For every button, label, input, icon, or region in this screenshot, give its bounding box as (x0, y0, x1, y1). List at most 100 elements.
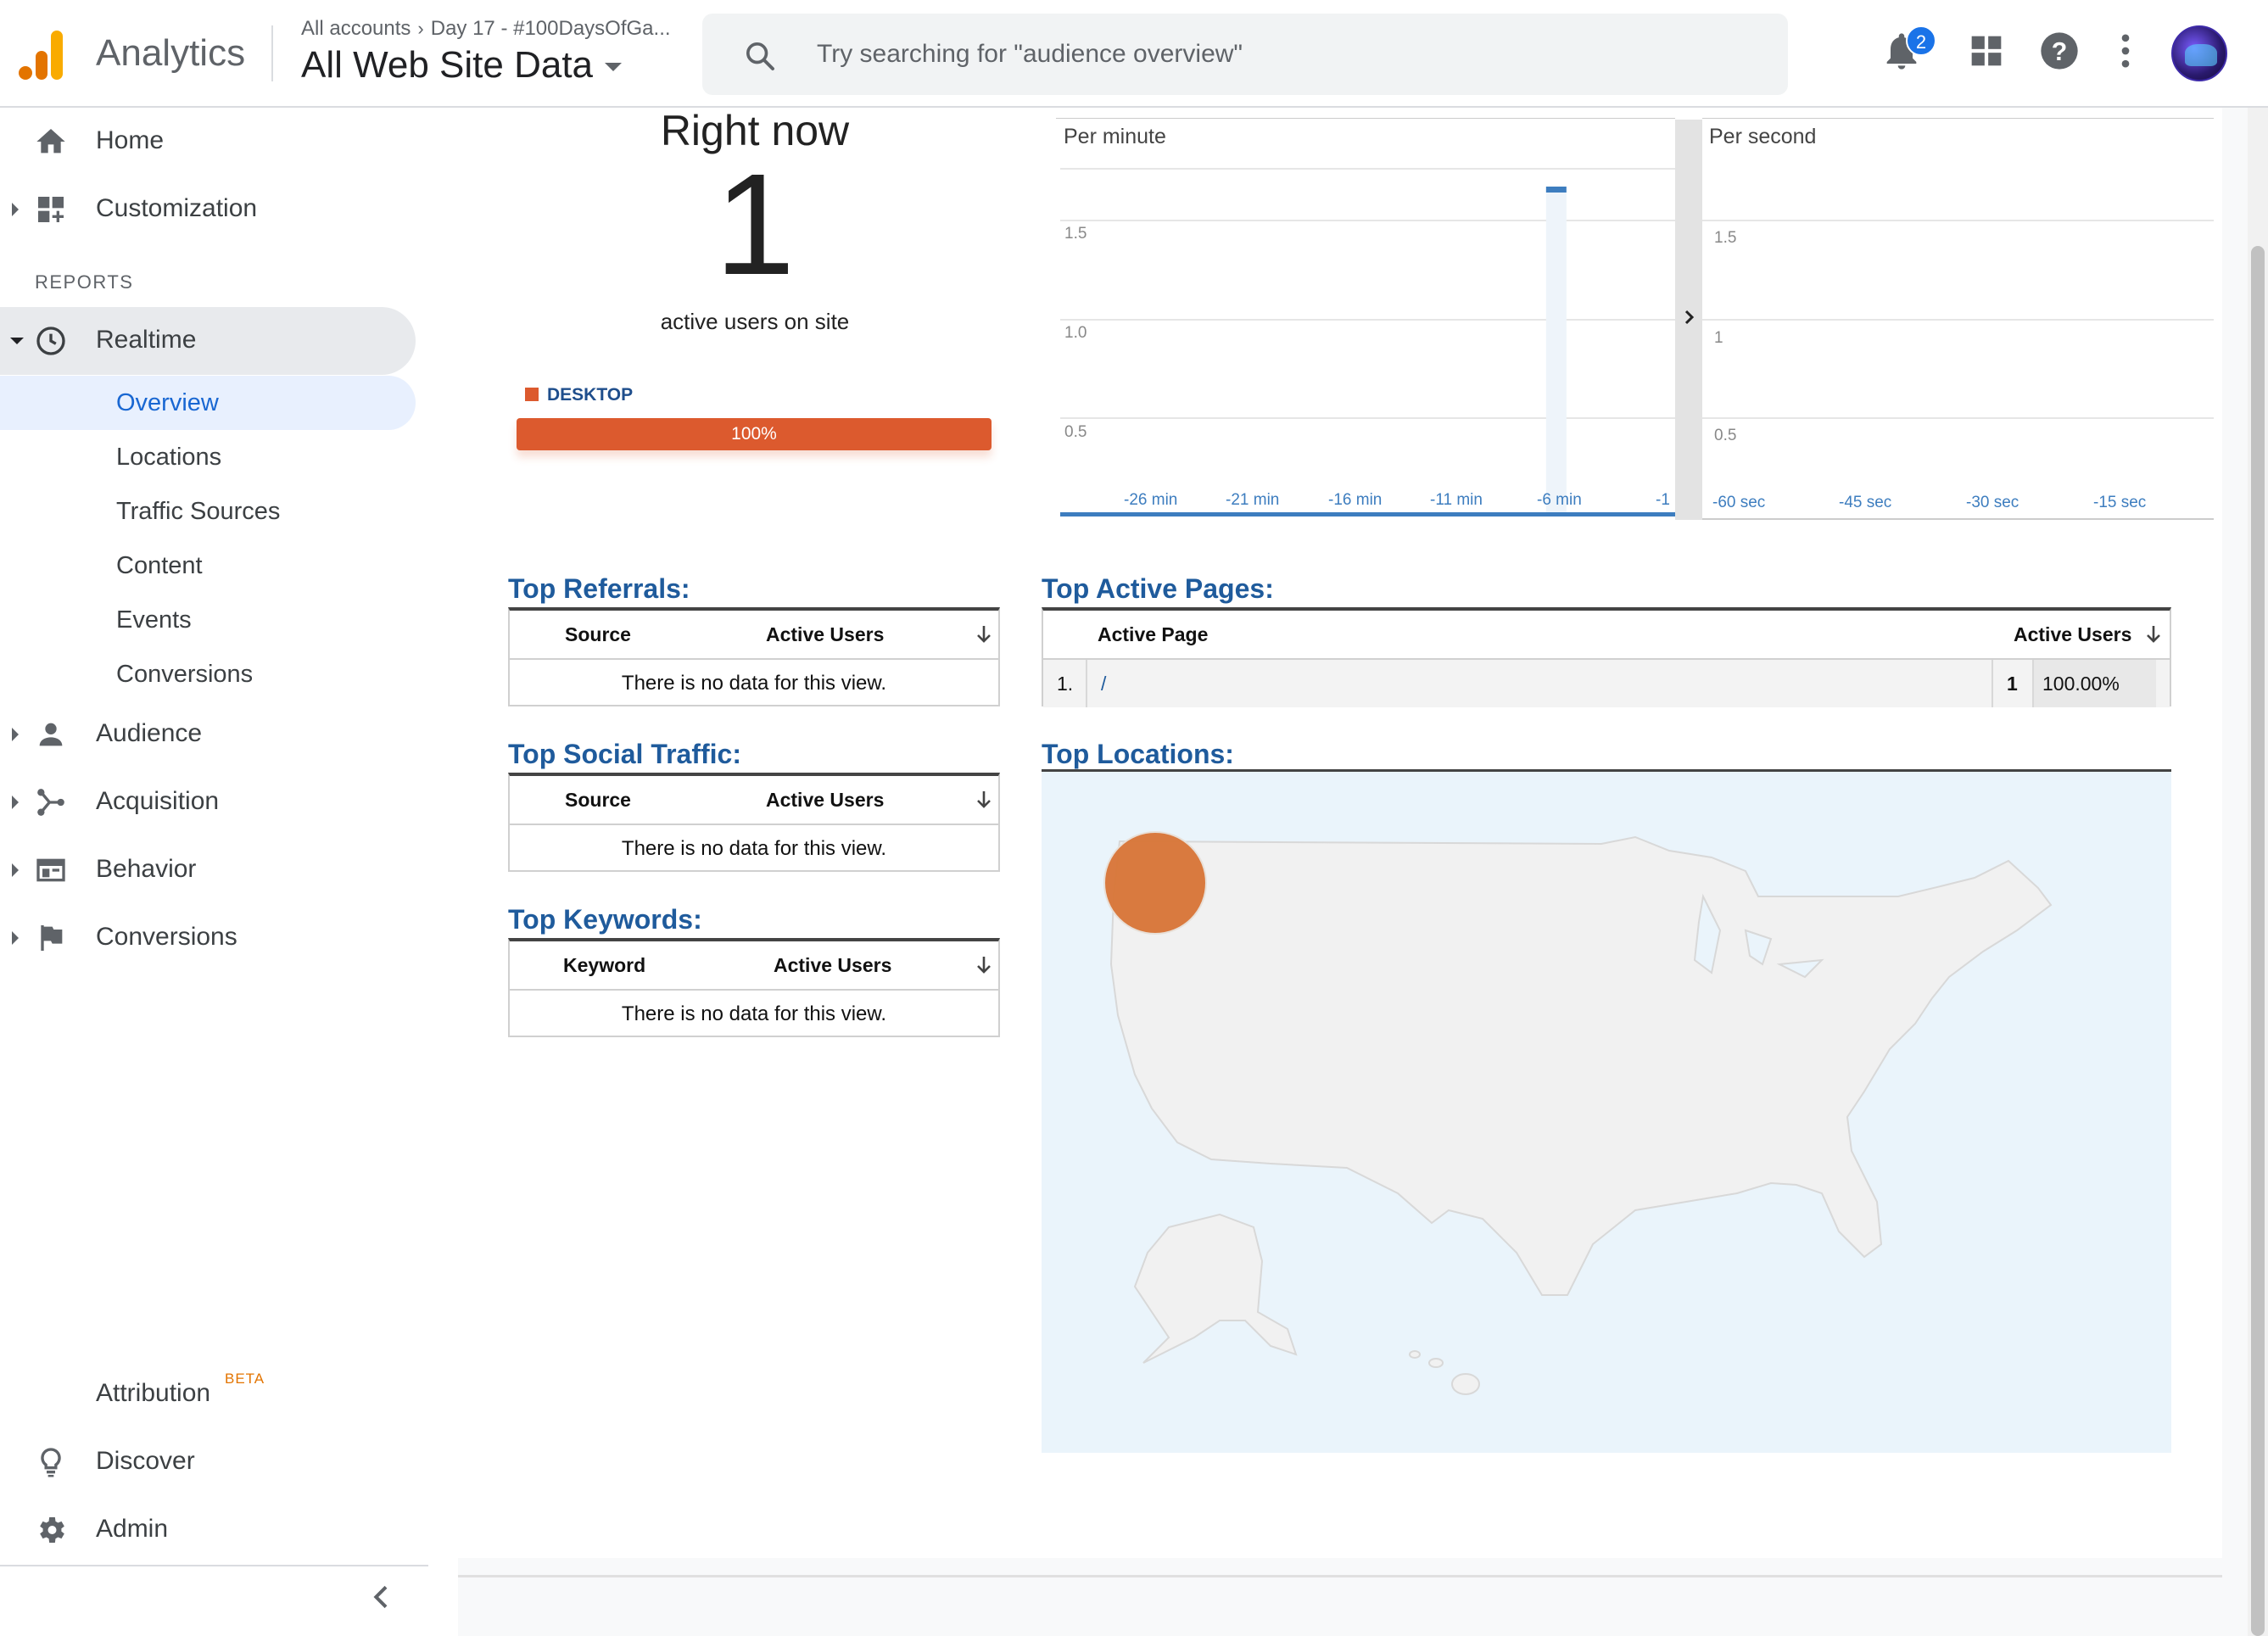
breadcrumb[interactable]: All accounts › Day 17 - #100DaysOfGa... (301, 17, 671, 41)
scrollbar-thumb[interactable] (2251, 246, 2265, 1636)
top-referrals-title[interactable]: Top Referrals: (508, 573, 690, 605)
sidebar-item-label: Admin (96, 1515, 169, 1543)
expand-arrow-icon[interactable] (12, 796, 19, 809)
table-row[interactable]: 1. / 1 100.00% (1043, 660, 2170, 707)
breadcrumb-account[interactable]: All accounts (301, 17, 411, 40)
location-marker (1103, 831, 1207, 935)
x-tick-label: -1 (1656, 491, 1670, 509)
locations-map[interactable] (1042, 769, 2171, 1453)
per-minute-bar (1545, 187, 1567, 193)
sidebar-subitem-overview[interactable]: Overview (0, 376, 416, 430)
sidebar-item-label: Realtime (96, 326, 197, 354)
sidebar-item-conversions[interactable]: Conversions (0, 904, 416, 972)
page-path-link[interactable]: / (1101, 660, 1106, 707)
top-keywords-table: Keyword Active Users There is no data fo… (508, 938, 1000, 1037)
sidebar-item-audience[interactable]: Audience (0, 701, 416, 768)
sort-desc-icon[interactable] (975, 623, 993, 645)
us-map (1103, 831, 2053, 1395)
y-tick-label: 1 (1714, 329, 1723, 347)
y-tick-label: 0.5 (1064, 423, 1087, 441)
sidebar-item-discover[interactable]: Discover (0, 1428, 416, 1496)
sidebar-subitem-content[interactable]: Content (0, 539, 416, 593)
search-bar[interactable]: Try searching for "audience overview" (702, 14, 1788, 95)
column-header-source[interactable]: Source (565, 776, 631, 824)
sidebar-subitem-locations[interactable]: Locations (0, 430, 416, 484)
column-header-keyword[interactable]: Keyword (563, 941, 645, 989)
web-window-icon (36, 858, 65, 882)
sidebar-subitem-label: Locations (116, 444, 222, 471)
clock-icon (36, 327, 65, 355)
sidebar: Home Customization REPORTS Realtime Over… (0, 108, 458, 1636)
header-divider (271, 25, 273, 81)
sidebar-item-customization[interactable]: Customization (0, 176, 416, 243)
apps-grid-icon[interactable] (1964, 29, 2008, 73)
sidebar-subitem-events[interactable]: Events (0, 593, 416, 647)
search-input[interactable]: Try searching for "audience overview" (817, 40, 1243, 69)
sort-desc-icon[interactable] (975, 789, 993, 811)
x-tick-label: -45 sec (1839, 494, 1892, 511)
x-tick-label: -16 min (1328, 491, 1383, 509)
expand-arrow-icon[interactable] (12, 728, 19, 741)
column-header-active-users[interactable]: Active Users (766, 611, 884, 658)
sidebar-subitem-conversions[interactable]: Conversions (0, 647, 416, 701)
sidebar-divider (0, 1565, 428, 1566)
sidebar-item-admin[interactable]: Admin (0, 1496, 416, 1564)
top-active-pages-title[interactable]: Top Active Pages: (1042, 573, 1274, 605)
svg-text:?: ? (2052, 38, 2068, 66)
view-selector[interactable]: All Web Site Data (301, 44, 623, 87)
sidebar-item-realtime[interactable]: Realtime (0, 307, 416, 375)
sidebar-item-behavior[interactable]: Behavior (0, 836, 416, 904)
top-referrals-table: Source Active Users There is no data for… (508, 607, 1000, 706)
sidebar-item-home[interactable]: Home (0, 108, 416, 176)
sidebar-item-label: Home (96, 126, 165, 154)
column-header-source[interactable]: Source (565, 611, 631, 658)
top-locations-title[interactable]: Top Locations: (1042, 739, 1234, 770)
device-share-bar[interactable]: 100% (517, 418, 992, 450)
chart-time-axis (1060, 512, 1675, 516)
expand-arrow-icon[interactable] (12, 931, 19, 945)
column-header-active-page[interactable]: Active Page (1098, 611, 1208, 658)
chevron-left-icon[interactable] (365, 1580, 399, 1614)
bar-hover-column (1545, 190, 1567, 512)
sidebar-subitem-label: Content (116, 552, 203, 579)
column-header-active-users[interactable]: Active Users (774, 941, 891, 989)
app-name: Analytics (96, 32, 246, 74)
sidebar-item-acquisition[interactable]: Acquisition (0, 768, 416, 836)
map-land-hawaii (1451, 1373, 1480, 1395)
top-social-table: Source Active Users There is no data for… (508, 773, 1000, 872)
sort-desc-icon[interactable] (2144, 623, 2163, 645)
lightbulb-icon (41, 1448, 61, 1477)
sidebar-subitem-label: Traffic Sources (116, 498, 281, 525)
column-header-active-users[interactable]: Active Users (2014, 611, 2131, 658)
sidebar-item-label: Behavior (96, 855, 197, 883)
expand-arrow-icon[interactable] (12, 863, 19, 877)
caret-down-icon (605, 63, 623, 72)
expand-arrow-icon[interactable] (12, 203, 19, 216)
column-header-active-users[interactable]: Active Users (766, 776, 884, 824)
breadcrumb-property[interactable]: Day 17 - #100DaysOfGa... (431, 17, 671, 40)
cell-divider (1991, 660, 1993, 707)
notification-badge: 2 (1906, 25, 1936, 56)
chevron-right-icon: › (417, 18, 424, 39)
more-vert-icon[interactable] (2103, 29, 2148, 73)
pageviews-chart (1056, 118, 2214, 520)
sidebar-subitem-label: Overview (116, 389, 219, 416)
avatar[interactable] (2171, 25, 2227, 81)
help-icon[interactable]: ? (2037, 29, 2081, 73)
analytics-logo-icon[interactable] (19, 29, 66, 80)
top-keywords-title[interactable]: Top Keywords: (508, 904, 702, 935)
sidebar-item-label: Customization (96, 194, 258, 222)
sidebar-item-attribution[interactable]: Attribution BETA (0, 1360, 416, 1428)
x-tick-label: -6 min (1537, 491, 1582, 509)
top-social-title[interactable]: Top Social Traffic: (508, 739, 741, 770)
y-tick-label: 1.5 (1714, 229, 1737, 247)
sort-desc-icon[interactable] (975, 954, 993, 976)
sidebar-subitem-traffic-sources[interactable]: Traffic Sources (0, 484, 416, 539)
cell-divider (1086, 660, 1087, 707)
collapse-arrow-icon[interactable] (10, 338, 24, 344)
view-name: All Web Site Data (301, 44, 594, 86)
legend-swatch (525, 388, 539, 401)
acquisition-icon (37, 789, 64, 816)
flag-icon (41, 925, 63, 951)
dashboard-customize-icon (38, 197, 64, 222)
